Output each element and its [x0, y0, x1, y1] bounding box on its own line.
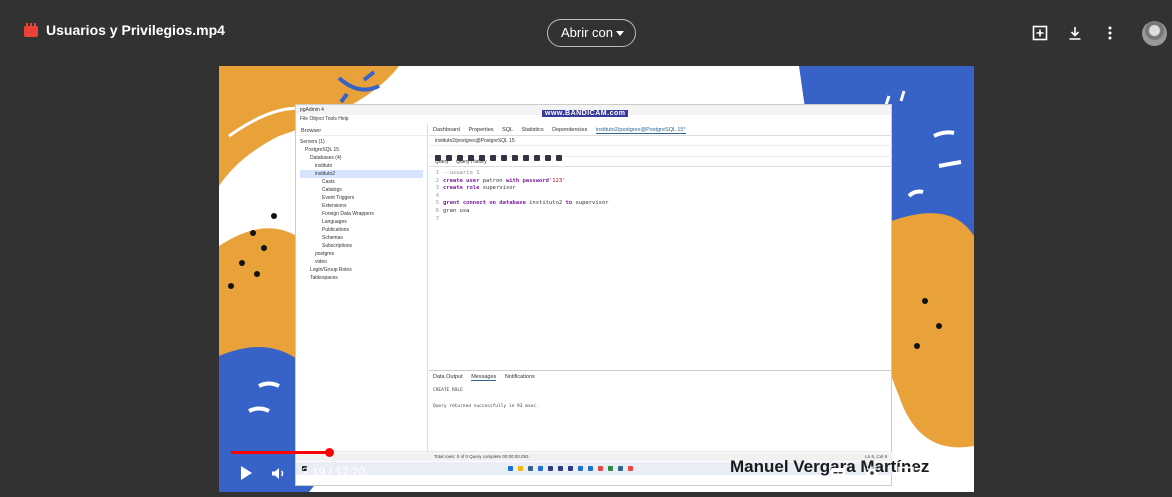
tab-query-history: Query History: [456, 159, 487, 165]
line-numbers: 1 2 3 4 5 6 7: [435, 170, 439, 222]
captions-icon[interactable]: [830, 466, 846, 480]
progress-bar[interactable]: [231, 448, 962, 457]
play-icon[interactable]: [241, 466, 252, 480]
add-to-drive-icon[interactable]: [1032, 25, 1048, 41]
main-tabs: Dashboard Properties SQL Statistics Depe…: [429, 124, 892, 136]
user-avatar[interactable]: [1142, 21, 1167, 46]
volume-icon[interactable]: [271, 467, 287, 480]
pgadmin-title: pgAdmin 4: [300, 107, 324, 113]
tab-sql: SQL: [502, 127, 514, 133]
object-tree: Servers (1) PostgreSQL 15 Databases (4) …: [296, 136, 427, 284]
viewer-topbar: Usuarios y Privilegios.mp4 Abrir con: [0, 0, 1172, 62]
query-toolbar: [429, 146, 892, 161]
pgadmin-window: pgAdmin 4 www.BANDICAM.com File Object T…: [295, 104, 893, 486]
query-connection: instituto2/postgres@PostgreSQL 15: [429, 136, 892, 146]
message-line: CREATE ROLE: [433, 388, 463, 393]
tree-item: Event Triggers: [322, 195, 355, 201]
result-tabs: Data Output Messages Notifications: [429, 370, 892, 382]
tree-item: Casts: [322, 179, 335, 185]
tree-item: Schemas: [322, 235, 343, 241]
sql-code: --usuario 1 create user patron with pass…: [443, 170, 609, 214]
tab-dashboard: Dashboard: [433, 127, 460, 133]
open-with-button[interactable]: Abrir con: [547, 19, 636, 47]
tree-item: postgres: [315, 251, 335, 257]
tree-item: Extensions: [322, 203, 347, 209]
tab-statistics: Statistics: [521, 127, 544, 133]
browser-header: Browser: [296, 124, 427, 136]
video-file-icon: [24, 23, 38, 37]
video-frame[interactable]: pgAdmin 4 www.BANDICAM.com File Object T…: [219, 66, 974, 492]
pgadmin-titlebar: pgAdmin 4 www.BANDICAM.com: [296, 105, 891, 117]
tab-query: Query: [435, 159, 449, 165]
progress-handle[interactable]: [324, 448, 334, 457]
open-with-label: Abrir con: [561, 25, 614, 40]
tree-item: Servers (1): [300, 139, 325, 145]
tree-item: Subscriptions: [322, 243, 353, 249]
tree-item: Catalogs: [322, 187, 342, 193]
tree-item: Databases (4): [310, 155, 342, 161]
bandicam-watermark: www.BANDICAM.com: [542, 110, 629, 117]
tree-item: PostgreSQL 15: [305, 147, 340, 153]
time-display: 2:19 / 17:20: [302, 465, 366, 479]
more-options-icon[interactable]: [1102, 25, 1118, 41]
tree-item: Languages: [322, 219, 347, 225]
tree-item: Login/Group Roles: [310, 267, 352, 273]
download-icon[interactable]: [1067, 25, 1083, 41]
progress-fill: [231, 451, 329, 454]
query-tool-panel: Dashboard Properties SQL Statistics Depe…: [429, 124, 892, 454]
settings-gear-icon[interactable]: [864, 466, 880, 480]
tree-item: instituto2: [300, 170, 423, 178]
tree-item: video: [315, 259, 327, 265]
tab-dependencies: Dependencies: [552, 127, 588, 133]
tab-messages: Messages: [471, 374, 497, 381]
sql-editor: 1 2 3 4 5 6 7 --usuario 1 create user pa…: [429, 167, 892, 299]
tree-item: Foreign Data Wrappers: [322, 211, 374, 217]
tree-item: Publications: [322, 227, 349, 233]
tree-item: Tablespaces: [310, 275, 338, 281]
miniplayer-icon[interactable]: [898, 466, 914, 480]
tree-item: instituto: [315, 163, 333, 169]
browser-panel: Browser Servers (1) PostgreSQL 15 Databa…: [296, 124, 428, 454]
message-line: Query returned successfully in 93 msec.: [433, 404, 539, 409]
tab-properties: Properties: [468, 127, 494, 133]
tab-notifications: Notifications: [504, 374, 535, 380]
tab-data-output: Data Output: [433, 374, 463, 380]
tab-query-tool: instituto2/postgres@PostgreSQL 15*: [595, 127, 686, 134]
fullscreen-icon[interactable]: [933, 466, 949, 480]
chevron-down-icon: [616, 31, 624, 36]
file-title: Usuarios y Privilegios.mp4: [46, 22, 225, 38]
player-controls: 2:19 / 17:20: [219, 448, 974, 492]
